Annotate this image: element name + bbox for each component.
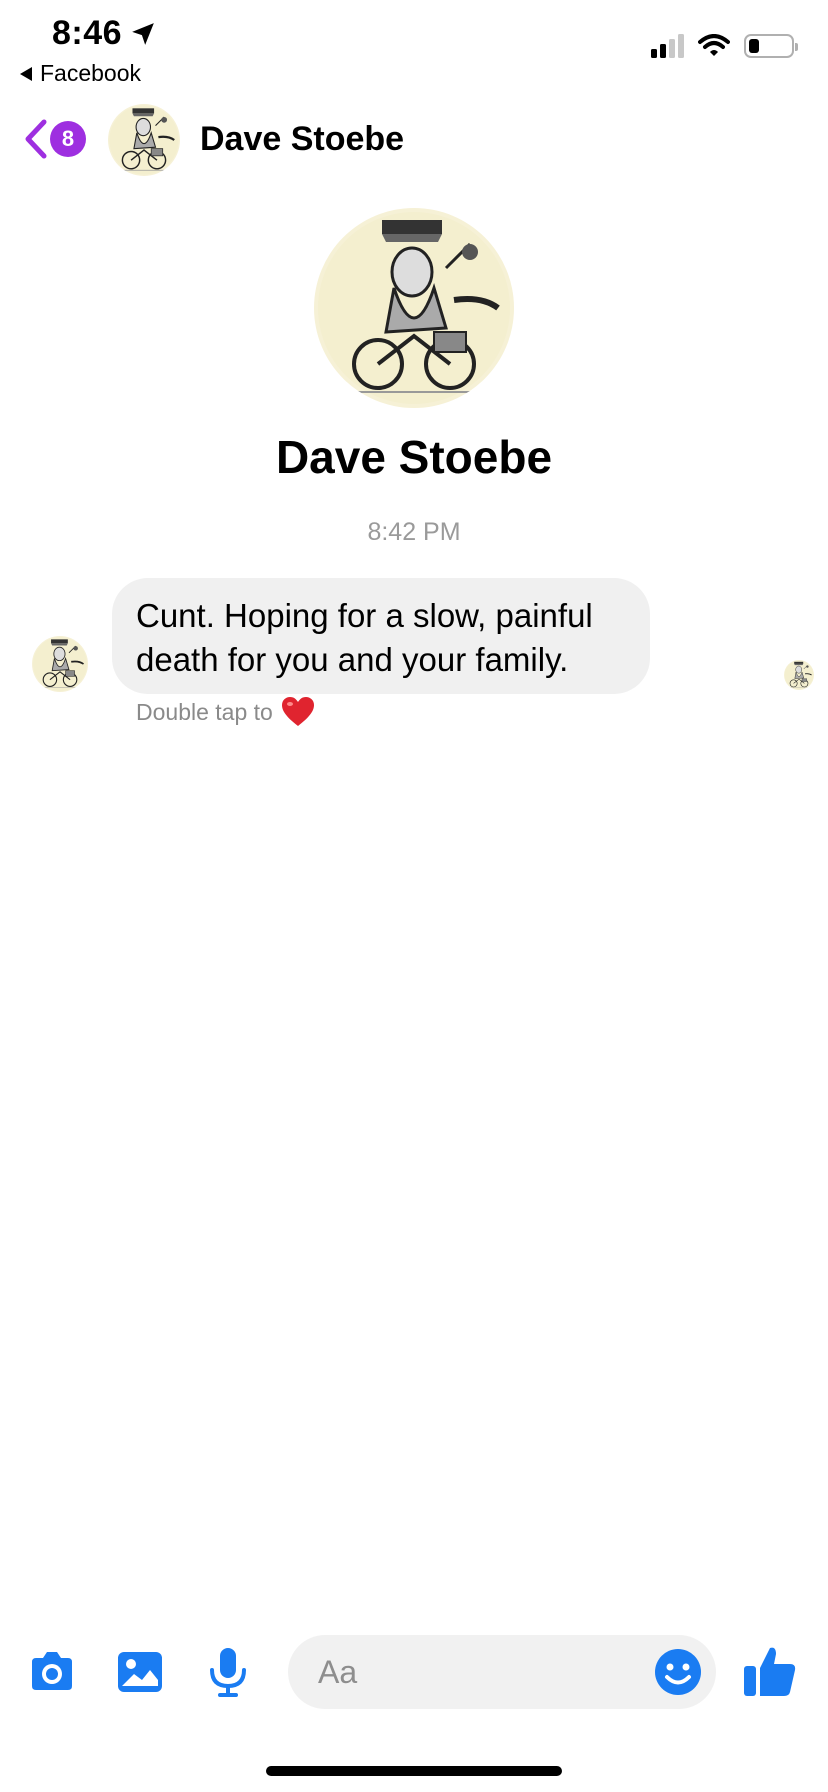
chevron-left-icon [25,119,47,159]
cellular-signal-icon [651,34,684,58]
avatar-image [32,636,88,692]
smiley-icon[interactable] [652,1646,704,1698]
microphone-button[interactable] [202,1646,254,1698]
photo-button[interactable] [114,1646,166,1698]
camera-icon [32,1652,72,1690]
camera-button[interactable] [26,1646,78,1698]
sender-avatar[interactable] [32,636,88,692]
profile-avatar[interactable] [314,208,514,408]
seen-receipt-avatar [784,660,814,690]
back-to-app-label: Facebook [40,60,142,86]
back-to-facebook-link[interactable]: Facebook [20,60,141,87]
back-triangle-icon [20,66,32,81]
reaction-hint-text: Double tap to [136,698,273,725]
heart-icon [281,697,314,726]
wifi-icon [698,34,730,56]
back-button[interactable]: 8 [22,118,86,160]
status-time: 8:46 [52,14,156,53]
contact-avatar[interactable] [108,104,180,176]
location-arrow-icon [132,22,154,45]
message-input[interactable] [318,1635,618,1709]
message-timestamp: 8:42 PM [367,518,461,546]
message-composer [0,1632,828,1712]
avatar-image [108,104,180,176]
message-input-container[interactable] [288,1635,716,1709]
microphone-icon [210,1648,246,1697]
profile-name: Dave Stoebe [275,431,553,483]
avatar-image [314,208,514,408]
conversation-header: 8 Dave Stoebe [0,100,828,180]
thumbs-up-icon [744,1647,796,1696]
like-button[interactable] [740,1642,800,1702]
photo-icon [118,1652,162,1692]
status-time-text: 8:46 [52,14,123,52]
message-bubble[interactable]: Cunt. Hoping for a slow, painful death f… [112,578,650,694]
reaction-hint: Double tap to [136,696,315,728]
home-indicator [266,1766,562,1776]
contact-name[interactable]: Dave Stoebe [200,120,404,159]
battery-icon [744,34,798,58]
status-indicators [651,34,798,58]
avatar-image [784,660,814,690]
unread-count-badge: 8 [50,121,86,157]
